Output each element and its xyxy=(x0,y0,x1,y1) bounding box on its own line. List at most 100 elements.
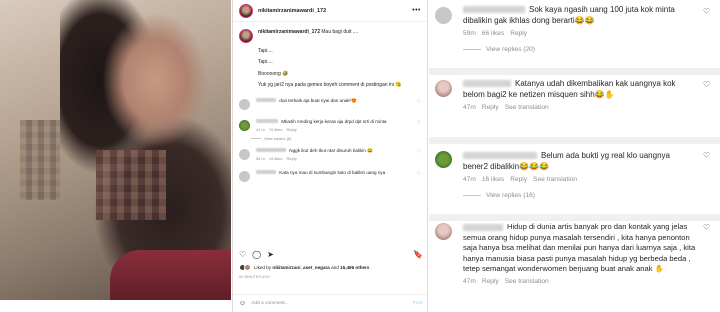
heart-icon[interactable]: ♡ xyxy=(703,151,710,160)
list-item: ♡ Belum ada bukti yg real klo uangnya be… xyxy=(429,150,720,199)
like-heart-icon[interactable]: ♡ xyxy=(239,250,246,259)
heart-icon[interactable]: ♡ xyxy=(417,99,421,105)
comment-text: Kata nya mau di sumbangin kalo di baliki… xyxy=(279,169,386,175)
comment-time: 59m xyxy=(463,29,476,37)
caption-line: Tapi.... xyxy=(258,48,273,54)
avatar[interactable] xyxy=(239,148,250,160)
bookmark-icon[interactable]: 🔖 xyxy=(413,250,423,259)
avatar[interactable] xyxy=(239,29,253,43)
comment-likes[interactable]: 16 likes xyxy=(482,176,504,183)
heart-icon[interactable]: ♡ xyxy=(417,120,421,126)
see-translation-link[interactable]: See translation xyxy=(505,278,549,285)
heart-icon[interactable]: ♡ xyxy=(417,171,421,177)
view-replies-button[interactable]: View replies (16) xyxy=(463,192,714,199)
comment-time: 54 m xyxy=(256,155,265,161)
blurred-username xyxy=(256,98,276,103)
pixelated-region xyxy=(96,150,166,220)
avatar[interactable] xyxy=(239,170,250,182)
post-caption: nikitamirzanimawardi_172 Mau bagi duit .… xyxy=(233,22,427,89)
comment-text: doa terbaik aja buat nyai dan anak²😍 xyxy=(279,97,357,103)
liked-avatars xyxy=(239,264,251,271)
liked-count[interactable]: 15,496 others xyxy=(340,265,369,270)
avatar[interactable] xyxy=(435,80,452,97)
post-username[interactable]: nikitamirzanimawardi_172 xyxy=(258,8,412,14)
comment-meta: 41 m 76 likes Reply xyxy=(256,127,421,133)
divider xyxy=(429,214,720,221)
heart-icon[interactable]: ♡ xyxy=(703,7,710,16)
list-item: ♡ Hidup di dunia artis banyak pro dan ko… xyxy=(429,222,720,285)
liked-by-user[interactable]: nikitamirzani_aset_negara xyxy=(272,265,329,270)
comment-likes[interactable]: 76 likes xyxy=(269,127,283,132)
avatar[interactable] xyxy=(239,3,253,18)
caption-text: Mau bagi duit .... xyxy=(321,29,359,35)
photo-skirt xyxy=(110,250,231,300)
add-comment-bar: ☺ Add a comment... Post xyxy=(233,294,429,312)
avatar[interactable] xyxy=(435,223,452,240)
list-item: doa terbaik aja buat nyai dan anak²😍 ♡ xyxy=(233,98,427,110)
reply-button[interactable]: Reply xyxy=(286,156,296,161)
heart-icon[interactable]: ♡ xyxy=(417,149,421,155)
heart-icon[interactable]: ♡ xyxy=(703,223,710,232)
divider xyxy=(429,137,720,144)
view-replies-button[interactable]: View replies (6) xyxy=(251,136,427,141)
comments-panel: ♡ Sok kaya ngasih uang 100 juta kok mint… xyxy=(429,0,720,312)
divider xyxy=(429,68,720,75)
comment-meta: 47m Reply See translation xyxy=(463,278,714,285)
list-item: Nggk ikut deh tkut ntar disuruh balikin … xyxy=(233,148,427,162)
blurred-username xyxy=(463,6,525,14)
avatar[interactable] xyxy=(239,119,250,131)
comment-input[interactable]: Add a comment... xyxy=(251,301,412,306)
heart-icon[interactable]: ♡ xyxy=(703,80,710,89)
post-header: nikitamirzanimawardi_172 ••• xyxy=(233,0,427,22)
caption-line: Yuk yg jari2 nya pada gemes boyeh commen… xyxy=(258,82,402,89)
liked-and: and xyxy=(331,265,339,270)
comment-meta: 54 m 15 likes Reply xyxy=(256,156,421,162)
post-panel: nikitamirzanimawardi_172 ••• nikitamirza… xyxy=(232,0,429,312)
comment-icon[interactable]: ◯ xyxy=(252,250,261,259)
list-item: Mkasih mnding kerja keras aja drpd dpt n… xyxy=(233,119,427,133)
list-item: ♡ Sok kaya ngasih uang 100 juta kok mint… xyxy=(429,4,720,53)
more-options-icon[interactable]: ••• xyxy=(412,7,421,14)
share-icon[interactable]: ➤ xyxy=(267,250,274,259)
caption-username[interactable]: nikitamirzanimawardi_172 xyxy=(258,29,320,35)
list-item: Kata nya mau di sumbangin kalo di baliki… xyxy=(233,170,427,182)
comment-time: 47m xyxy=(463,103,476,111)
blurred-username xyxy=(463,223,503,231)
avatar[interactable] xyxy=(435,7,452,24)
reply-button[interactable]: Reply xyxy=(286,127,296,132)
avatar[interactable] xyxy=(435,151,452,168)
comment-time: 47m xyxy=(463,175,476,183)
view-replies-button[interactable]: View replies (20) xyxy=(463,46,714,53)
blurred-username xyxy=(256,119,278,124)
blurred-username xyxy=(256,148,286,153)
blurred-username xyxy=(463,152,537,160)
caption-line: Booooong 🤣 xyxy=(258,70,289,77)
comment-likes[interactable]: 66 likes xyxy=(482,30,504,37)
see-translation-link[interactable]: See translation xyxy=(533,176,577,183)
see-translation-link[interactable]: See translation xyxy=(505,104,549,111)
reply-button[interactable]: Reply xyxy=(482,278,499,285)
reply-button[interactable]: Reply xyxy=(510,30,527,37)
liked-by: Liked by nikitamirzani_aset_negara and 1… xyxy=(239,264,423,271)
comment-meta: 47m 16 likes Reply See translation xyxy=(463,176,714,183)
comment-meta: 47m Reply See translation xyxy=(463,104,714,111)
liked-prefix: Liked by xyxy=(254,265,272,270)
caption-line: Tapi.... xyxy=(258,59,273,66)
comment-time: 47m xyxy=(463,277,476,285)
blurred-username xyxy=(463,80,511,88)
avatar[interactable] xyxy=(239,98,250,110)
comment-text: Mkasih mnding kerja keras aja drpd dpt n… xyxy=(281,118,387,124)
post-date: 50 MINUTES AGO xyxy=(239,275,271,279)
post-button[interactable]: Post xyxy=(413,301,423,306)
pixelated-region xyxy=(20,120,60,200)
post-actions: ♡ ◯ ➤ 🔖 Liked by nikitamirzani_aset_nega… xyxy=(233,248,429,279)
reply-button[interactable]: Reply xyxy=(510,176,527,183)
comment-likes[interactable]: 15 likes xyxy=(269,156,283,161)
comment-time: 41 m xyxy=(256,126,265,132)
comment-meta: 59m 66 likes Reply xyxy=(463,30,714,37)
post-photo[interactable] xyxy=(0,0,231,300)
blurred-username xyxy=(256,170,276,175)
emoji-icon[interactable]: ☺ xyxy=(239,300,246,307)
list-item: ♡ Katanya udah dikembalikan kak uangnya … xyxy=(429,78,720,111)
reply-button[interactable]: Reply xyxy=(482,104,499,111)
